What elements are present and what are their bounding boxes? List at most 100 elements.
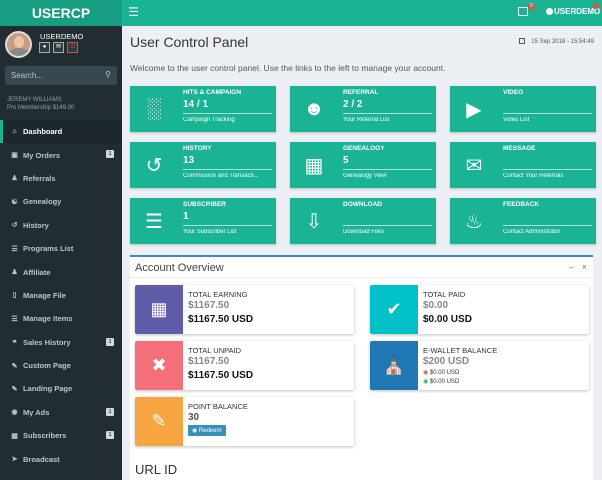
sidebar-item-dashboard[interactable]: ⌂ Dashboard <box>0 120 122 144</box>
date-display: 15 Sep 2018 - 15:54:49 <box>519 38 594 45</box>
sidebar-menu: ⌂ Dashboard ▣ My Orders 1 ♟ Referrals ☯ Genea… <box>0 120 122 471</box>
count-badge: 1 <box>106 431 114 440</box>
broadcast-icon: ➤ <box>11 456 18 464</box>
count-badge: 1 <box>106 150 114 159</box>
tile-genealogy[interactable]: ▦ GENEALOGY 5 Genealogy View <box>290 142 436 188</box>
box-label: TOTAL PAID <box>423 290 466 299</box>
profile-icon[interactable]: ● <box>39 42 50 53</box>
redeem-button[interactable]: ◉ Redeem <box>188 425 226 436</box>
user-menu[interactable]: USERDEMO <box>546 7 600 16</box>
referral-icon: ☻ <box>303 97 325 120</box>
account-overview-panel: Account Overview – × ▦ TOTAL EARNING $116… <box>130 255 593 480</box>
box-label: POINT BALANCE <box>188 402 248 411</box>
tile-link[interactable]: Genealogy View <box>343 173 435 179</box>
page-title: User Control Panel <box>130 34 249 50</box>
tile-hits-campaign[interactable]: ░ HITS & CAMPAIGN 14 / 1 Campaign Tracki… <box>130 86 276 132</box>
tile-link[interactable]: Your Referral List <box>343 117 435 123</box>
sidebar-item-referrals[interactable]: ♟ Referrals <box>0 167 122 190</box>
sidebar-item-label: Broadcast <box>23 454 60 464</box>
tile-subscriber[interactable]: ☰ SUBSCRIBER 1 Your Subscriber List <box>130 198 276 244</box>
notification-badge <box>593 3 599 9</box>
member-name: JEREMY WILLIAMS <box>7 97 62 103</box>
sidebar-item-landing-page[interactable]: ✎ Landing Page <box>0 377 122 400</box>
tree-icon: ☯ <box>11 198 18 206</box>
sidebar-item-my-orders[interactable]: ▣ My Orders 1 <box>0 143 122 166</box>
tile-link[interactable]: Download Files <box>343 229 435 235</box>
ewallet-box: ⛪ E-WALLET BALANCE $200 USD ◉ $0.00 USD … <box>370 341 589 390</box>
mail-icon[interactable]: ✉ <box>53 42 64 53</box>
sidebar-item-programs-list[interactable]: ☰ Programs List <box>0 237 122 260</box>
total-unpaid-box: ✖ TOTAL UNPAID $1167.50 $1167.50 USD <box>135 341 354 390</box>
gift-icon: ◉ <box>192 428 198 434</box>
sidebar-item-history[interactable]: ↺ History <box>0 214 122 237</box>
sidebar-item-sales-history[interactable]: ⚭ Sales History 1 <box>0 331 122 354</box>
tile-message[interactable]: ✉ MESSAGE Contact Your Referrals <box>450 142 596 188</box>
tile-title: HISTORY <box>183 145 212 152</box>
logo[interactable]: USERCP <box>0 0 122 26</box>
calendar-icon <box>519 38 526 44</box>
sidebar-item-label: Referrals <box>23 173 56 183</box>
box-usd: $1167.50 USD <box>188 370 254 381</box>
power-icon[interactable]: ⏻ <box>67 42 78 53</box>
box-usd: $0.00 USD <box>423 314 472 325</box>
sitemap-icon: ▦ <box>304 154 324 177</box>
tile-link[interactable]: Video List <box>503 117 595 123</box>
tile-feedback[interactable]: ♨ FEEDBACK Contact Administrator <box>450 198 596 244</box>
sidebar-item-broadcast[interactable]: ➤ Broadcast <box>0 447 122 470</box>
sidebar-item-affiliate[interactable]: ♟ Affiliate <box>0 260 122 283</box>
video-icon: ▶ <box>466 98 482 121</box>
sidebar-item-label: My Ads <box>23 407 50 417</box>
tile-video[interactable]: ▶ VIDEO Video List <box>450 86 596 132</box>
box-label: E-WALLET BALANCE <box>423 346 498 355</box>
collapse-icon[interactable]: – <box>569 262 574 272</box>
cross-icon: ✖ <box>135 341 183 390</box>
tile-link[interactable]: Contact Administrator <box>503 229 595 235</box>
search-placeholder: Search... <box>11 71 44 80</box>
server-icon: ☰ <box>145 210 163 233</box>
tile-link[interactable]: Contact Your Referrals <box>503 173 595 179</box>
history-icon: ↺ <box>11 222 18 230</box>
ewallet-line-2: ◉ $0.00 USD <box>423 378 459 385</box>
cart-icon[interactable] <box>518 7 528 16</box>
sidebar-item-label: Landing Page <box>23 384 73 394</box>
tile-history[interactable]: ↺ HISTORY 13 Commission and Transacti... <box>130 142 276 188</box>
tile-value: 14 / 1 <box>183 99 209 110</box>
bell-icon: ♨ <box>465 210 483 233</box>
sidebar-item-label: Affiliate <box>23 267 51 277</box>
sales-icon: ⚭ <box>11 339 18 347</box>
menu-toggle-icon[interactable]: ☰ <box>128 5 139 19</box>
ewallet-line-1: ◉ $0.00 USD <box>423 369 459 376</box>
sidebar-item-custom-page[interactable]: ✎ Custom Page <box>0 354 122 377</box>
user-icon <box>546 8 553 15</box>
box-value: $1167.50 <box>188 300 230 311</box>
sidebar-item-label: Dashboard <box>23 127 63 137</box>
tile-link[interactable]: Campaign Tracking <box>183 117 275 123</box>
welcome-text: Welcome to the user control panel. Use t… <box>130 63 446 73</box>
sidebar-item-label: Custom Page <box>23 361 71 371</box>
sidebar-item-label: My Orders <box>23 150 61 160</box>
subscribers-icon: ▦ <box>11 432 18 440</box>
sidebar-item-label: Subscribers <box>23 431 67 441</box>
tile-title: REFERRAL <box>343 89 379 96</box>
tile-value: 1 <box>183 211 189 222</box>
chart-icon: ░ <box>146 97 162 120</box>
plus-icon: ◉ <box>423 379 429 385</box>
member-plan: Pro Membership $149.00 <box>7 105 75 111</box>
tile-link[interactable]: Commission and Transacti... <box>183 173 275 179</box>
tile-download[interactable]: ⇩ DOWNLOAD Download Files <box>290 198 436 244</box>
tile-link[interactable]: Your Subscriber List <box>183 229 275 235</box>
box-usd: $1167.50 USD <box>188 314 254 325</box>
close-icon[interactable]: × <box>582 262 587 272</box>
search-icon[interactable]: ⚲ <box>105 70 111 79</box>
box-value: $200 USD <box>423 356 470 367</box>
tile-referral[interactable]: ☻ REFERRAL 2 / 2 Your Referral List <box>290 86 436 132</box>
sidebar-item-manage-items[interactable]: ☰ Manage Items <box>0 307 122 330</box>
sidebar-item-my-ads[interactable]: ◉ My Ads 1 <box>0 401 122 424</box>
money-icon: ▦ <box>135 285 183 334</box>
ewallet-line-2-text: $0.00 USD <box>429 379 460 385</box>
sidebar-item-genealogy[interactable]: ☯ Genealogy <box>0 190 122 213</box>
sidebar-item-manage-file[interactable]: ▯ Manage File <box>0 284 122 307</box>
search-input[interactable]: Search... ⚲ <box>5 66 117 85</box>
ads-icon: ◉ <box>11 409 18 417</box>
sidebar-item-subscribers[interactable]: ▦ Subscribers 1 <box>0 424 122 447</box>
